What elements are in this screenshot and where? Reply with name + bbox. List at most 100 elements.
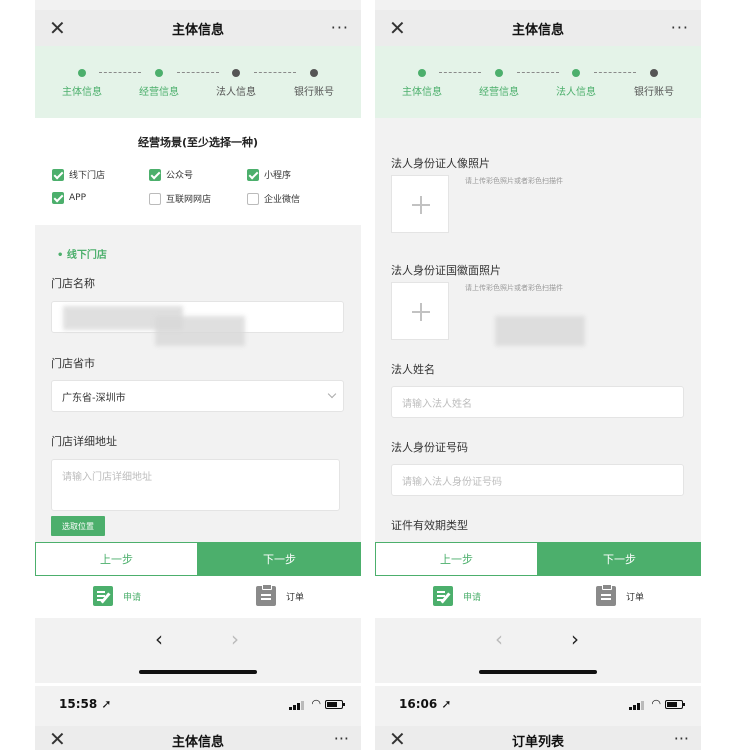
checkbox-wecom[interactable]: 企业微信 bbox=[247, 192, 300, 205]
step-connector bbox=[594, 72, 636, 73]
nav-bar: ✕ 订单列表 ··· bbox=[375, 726, 701, 750]
id-number-label: 法人身份证号码 bbox=[391, 441, 468, 454]
step-buttons: 上一步 下一步 bbox=[35, 542, 361, 576]
step-label: 银行账号 bbox=[294, 87, 334, 98]
step-dot-done bbox=[78, 69, 86, 77]
page-title: 主体信息 bbox=[171, 735, 224, 750]
more-icon[interactable]: ··· bbox=[671, 18, 689, 37]
redacted-blur bbox=[155, 316, 245, 346]
step-connector bbox=[99, 72, 141, 73]
tab-apply[interactable]: 申请 bbox=[433, 586, 481, 606]
page-title: 主体信息 bbox=[171, 23, 224, 38]
store-address-label: 门店详细地址 bbox=[51, 435, 117, 448]
step-label: 主体信息 bbox=[402, 87, 442, 98]
battery-icon bbox=[665, 700, 685, 709]
screen-order-list-top: 16:06 ➚ ◠ ✕ 订单列表 ··· bbox=[375, 686, 701, 750]
signal-icon bbox=[629, 700, 644, 710]
battery-icon bbox=[325, 700, 345, 709]
more-icon[interactable]: ··· bbox=[334, 729, 349, 748]
step-indicator: 主体信息 经营信息 法人信息 银行账号 bbox=[35, 46, 361, 118]
name-input[interactable]: 请输入法人姓名 bbox=[391, 386, 684, 418]
page-title: 订单列表 bbox=[511, 735, 564, 750]
store-city-select[interactable]: 广东省-深圳市 bbox=[51, 380, 344, 412]
chevron-down-icon bbox=[327, 389, 337, 399]
home-indicator bbox=[139, 670, 257, 674]
tab-order[interactable]: 订单 bbox=[256, 584, 304, 606]
step-dot-pending bbox=[232, 69, 240, 77]
checkbox-checked-icon bbox=[149, 168, 161, 181]
nav-bar: ✕ 主体信息 ··· bbox=[35, 10, 361, 46]
step-label: 法人信息 bbox=[556, 87, 596, 98]
step-buttons: 上一步 下一步 bbox=[375, 542, 701, 576]
id-front-label: 法人身份证人像照片 bbox=[391, 157, 490, 170]
validity-type-label: 证件有效期类型 bbox=[391, 519, 468, 532]
checkbox-checked-icon bbox=[52, 192, 64, 204]
signal-icon bbox=[289, 700, 304, 710]
next-step-button[interactable]: 下一步 bbox=[198, 542, 361, 576]
nav-bar: ✕ 主体信息 ··· bbox=[375, 10, 701, 46]
tab-bar: 申请 订单 bbox=[375, 576, 701, 618]
browser-toolbar: ‹ › bbox=[375, 618, 701, 683]
step-dot-current bbox=[572, 69, 580, 77]
redacted-blur bbox=[495, 316, 585, 346]
browser-toolbar: ‹ › bbox=[35, 618, 361, 683]
id-back-hint: 请上传彩色照片或者彩色扫描件 bbox=[465, 284, 563, 292]
wifi-icon: ◠ bbox=[651, 697, 661, 710]
prev-step-button[interactable]: 上一步 bbox=[35, 542, 198, 576]
id-number-input[interactable]: 请输入法人身份证号码 bbox=[391, 464, 684, 496]
screen-subject-info-top: 15:58 ➚ ◠ ✕ 主体信息 ··· bbox=[35, 686, 361, 750]
step-connector bbox=[439, 72, 481, 73]
checkbox-offline-store[interactable]: 线下门店 bbox=[52, 168, 105, 181]
store-address-input[interactable]: 请输入门店详细地址 bbox=[51, 459, 340, 511]
next-step-button[interactable]: 下一步 bbox=[538, 542, 701, 576]
home-indicator bbox=[479, 670, 597, 674]
id-back-label: 法人身份证国徽面照片 bbox=[391, 264, 501, 277]
status-time: 16:06 ➚ bbox=[399, 697, 452, 711]
chevron-left-icon: ‹ bbox=[495, 627, 503, 651]
status-time: 15:58 ➚ bbox=[59, 697, 112, 711]
id-back-upload[interactable] bbox=[391, 282, 449, 340]
name-label: 法人姓名 bbox=[391, 363, 435, 376]
order-clipboard-icon bbox=[256, 584, 276, 606]
tab-bar: 申请 订单 bbox=[35, 576, 361, 618]
apply-edit-icon bbox=[93, 586, 113, 606]
step-dot-pending bbox=[310, 69, 318, 77]
form-content: 法人身份证人像照片 请上传彩色照片或者彩色扫描件 法人身份证国徽面照片 请上传彩… bbox=[375, 118, 701, 542]
store-city-label: 门店省市 bbox=[51, 357, 95, 370]
checkbox-checked-icon bbox=[52, 168, 64, 181]
checkbox-checked-icon bbox=[247, 168, 259, 181]
order-clipboard-icon bbox=[596, 584, 616, 606]
step-dot-pending bbox=[650, 69, 658, 77]
step-dot-current bbox=[155, 69, 163, 77]
screen-business-info: ✕ 主体信息 ··· 主体信息 经营信息 法人信息 银行账号 经营场景(至少选择… bbox=[35, 0, 361, 683]
more-icon[interactable]: ··· bbox=[674, 729, 689, 748]
tab-order[interactable]: 订单 bbox=[596, 584, 644, 606]
checkbox-online-shop[interactable]: 互联网网店 bbox=[149, 192, 211, 205]
step-label: 银行账号 bbox=[634, 87, 674, 98]
id-front-upload[interactable] bbox=[391, 175, 449, 233]
step-connector bbox=[177, 72, 219, 73]
screen-legal-person-info: ✕ 主体信息 ··· 主体信息 经营信息 法人信息 银行账号 法人身份证人像照片… bbox=[375, 0, 701, 683]
chevron-right-icon[interactable]: › bbox=[571, 626, 579, 652]
nav-bar: ✕ 主体信息 ··· bbox=[35, 726, 361, 750]
checkbox-official-account[interactable]: 公众号 bbox=[149, 168, 193, 181]
apply-edit-icon bbox=[433, 586, 453, 606]
wifi-icon: ◠ bbox=[311, 697, 321, 710]
step-label: 主体信息 bbox=[62, 87, 102, 98]
tab-apply[interactable]: 申请 bbox=[93, 586, 141, 606]
prev-step-button[interactable]: 上一步 bbox=[375, 542, 538, 576]
chevron-left-icon[interactable]: ‹ bbox=[155, 626, 163, 652]
scene-title: 经营场景(至少选择一种) bbox=[137, 136, 259, 149]
checkbox-app[interactable]: APP bbox=[52, 192, 86, 204]
select-location-button[interactable]: 选取位置 bbox=[51, 516, 105, 536]
checkbox-empty-icon bbox=[247, 192, 259, 205]
step-connector bbox=[254, 72, 296, 73]
more-icon[interactable]: ··· bbox=[331, 18, 349, 37]
checkbox-empty-icon bbox=[149, 192, 161, 205]
step-connector bbox=[517, 72, 559, 73]
form-content: 经营场景(至少选择一种) 线下门店 公众号 小程序 APP 互联网网店 企业微信… bbox=[35, 118, 361, 542]
checkbox-mini-program[interactable]: 小程序 bbox=[247, 168, 291, 181]
chevron-right-icon: › bbox=[231, 627, 239, 651]
section-title: • 线下门店 bbox=[57, 250, 107, 261]
step-dot-done bbox=[418, 69, 426, 77]
